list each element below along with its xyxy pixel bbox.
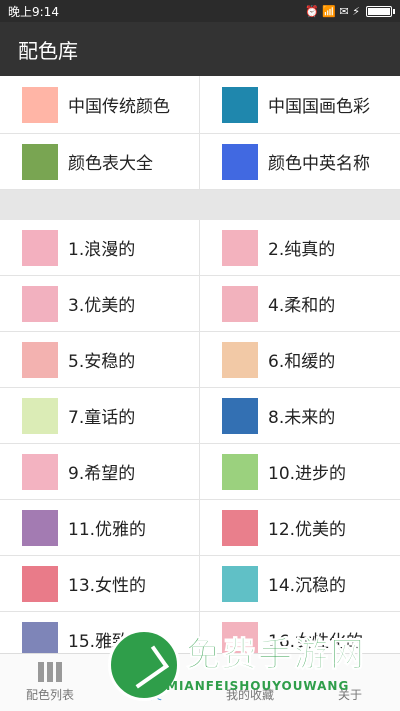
palette-item[interactable]: 14.沉稳的 xyxy=(200,556,400,612)
color-swatch xyxy=(222,229,258,266)
palette-label: 10.进步的 xyxy=(268,464,347,484)
color-swatch xyxy=(222,143,258,180)
nav-item[interactable]: 配色列表 xyxy=(0,654,100,711)
color-swatch xyxy=(22,565,58,602)
palette-label: 6.和缓的 xyxy=(268,352,336,372)
color-swatch xyxy=(222,509,258,546)
palette-label: 7.童话的 xyxy=(68,408,136,428)
color-swatch xyxy=(222,397,258,434)
color-swatch xyxy=(22,341,58,378)
palette-item[interactable]: 6.和缓的 xyxy=(200,332,400,388)
category-item[interactable]: 颜色表大全 xyxy=(0,134,200,190)
status-indicator-icons: ⏰ 📶 ✉ ⚡ xyxy=(305,4,360,18)
palette-label: 5.安稳的 xyxy=(68,352,136,372)
palette-label: 13.女性的 xyxy=(68,576,147,596)
color-swatch xyxy=(222,565,258,602)
color-swatch xyxy=(22,453,58,490)
palette-grid: 1.浪漫的 2.纯真的 3.优美的 4.柔和的 5.安稳的 6.和缓的 7.童话的 8.未来的… xyxy=(0,220,400,668)
nav-item-label: 我的收藏 xyxy=(225,688,274,702)
palette-item[interactable]: 8.未来的 xyxy=(200,388,400,444)
palette-label: 3.优美的 xyxy=(68,296,136,316)
color-swatch xyxy=(22,143,58,180)
nav-item[interactable]: 我的收藏 xyxy=(200,654,300,711)
bottom-navigation: 配色列表 分类 我的收藏 关于 xyxy=(0,653,400,711)
palette-item[interactable]: 3.优美的 xyxy=(0,276,200,332)
top-category-grid: 中国传统颜色 中国国画色彩颜色表大全 颜色中英名称 xyxy=(0,76,400,190)
nav-item-label: 配色列表 xyxy=(25,688,74,702)
palette-item[interactable]: 11.优雅的 xyxy=(0,500,200,556)
palette-item[interactable]: 4.柔和的 xyxy=(200,276,400,332)
nav-item-label: 关于 xyxy=(337,688,362,702)
category-label: 中国国画色彩 xyxy=(268,97,370,117)
color-swatch xyxy=(222,453,258,490)
palette-label: 15.雅致的 xyxy=(68,632,147,652)
page-title: 配色库 xyxy=(18,38,78,63)
category-item[interactable]: 中国传统颜色 xyxy=(0,76,200,134)
color-swatch xyxy=(22,397,58,434)
palette-item[interactable]: 13.女性的 xyxy=(0,556,200,612)
palette-label: 11.优雅的 xyxy=(68,520,147,540)
color-swatch xyxy=(22,86,58,123)
palette-list: 1.浪漫的 2.纯真的 3.优美的 4.柔和的 5.安稳的 6.和缓的 7.童话的 8.未来的… xyxy=(0,220,400,683)
nav-item-label: 分类 xyxy=(137,688,162,702)
palette-item[interactable]: 10.进步的 xyxy=(200,444,400,500)
palette-item[interactable]: 12.优美的 xyxy=(200,500,400,556)
palette-label: 12.优美的 xyxy=(268,520,347,540)
palette-item[interactable]: 5.安稳的 xyxy=(0,332,200,388)
color-swatch xyxy=(222,285,258,322)
list-icon xyxy=(38,662,62,682)
color-swatch xyxy=(22,285,58,322)
status-bar: 晚上9:14 ⏰ 📶 ✉ ⚡ xyxy=(0,0,400,22)
palette-label: 2.纯真的 xyxy=(268,240,336,260)
nav-item[interactable]: 关于 xyxy=(300,654,400,711)
palette-item[interactable]: 1.浪漫的 xyxy=(0,220,200,276)
category-item[interactable]: 颜色中英名称 xyxy=(200,134,400,190)
status-icons: ⏰ 📶 ✉ ⚡ xyxy=(305,4,395,18)
palette-item[interactable]: 2.纯真的 xyxy=(200,220,400,276)
color-swatch xyxy=(22,229,58,266)
nav-item[interactable]: 分类 xyxy=(100,654,200,711)
palette-label: 4.柔和的 xyxy=(268,296,336,316)
category-label: 颜色表大全 xyxy=(68,154,153,174)
color-swatch xyxy=(222,86,258,123)
palette-label: 1.浪漫的 xyxy=(68,240,136,260)
palette-item[interactable]: 9.希望的 xyxy=(0,444,200,500)
status-time: 晚上9:14 xyxy=(8,4,59,19)
palette-label: 9.希望的 xyxy=(68,464,136,484)
palette-item[interactable]: 7.童话的 xyxy=(0,388,200,444)
palette-label: 14.沉稳的 xyxy=(268,576,347,596)
category-label: 颜色中英名称 xyxy=(268,154,370,174)
color-swatch xyxy=(222,341,258,378)
palette-label: 8.未来的 xyxy=(268,408,336,428)
battery-icon xyxy=(366,5,395,17)
palette-label: 16.女性化的 xyxy=(268,632,364,652)
app-bar: 配色库 xyxy=(0,22,400,76)
category-item[interactable]: 中国国画色彩 xyxy=(200,76,400,134)
category-label: 中国传统颜色 xyxy=(68,97,170,117)
color-swatch xyxy=(22,509,58,546)
section-separator xyxy=(0,190,400,220)
